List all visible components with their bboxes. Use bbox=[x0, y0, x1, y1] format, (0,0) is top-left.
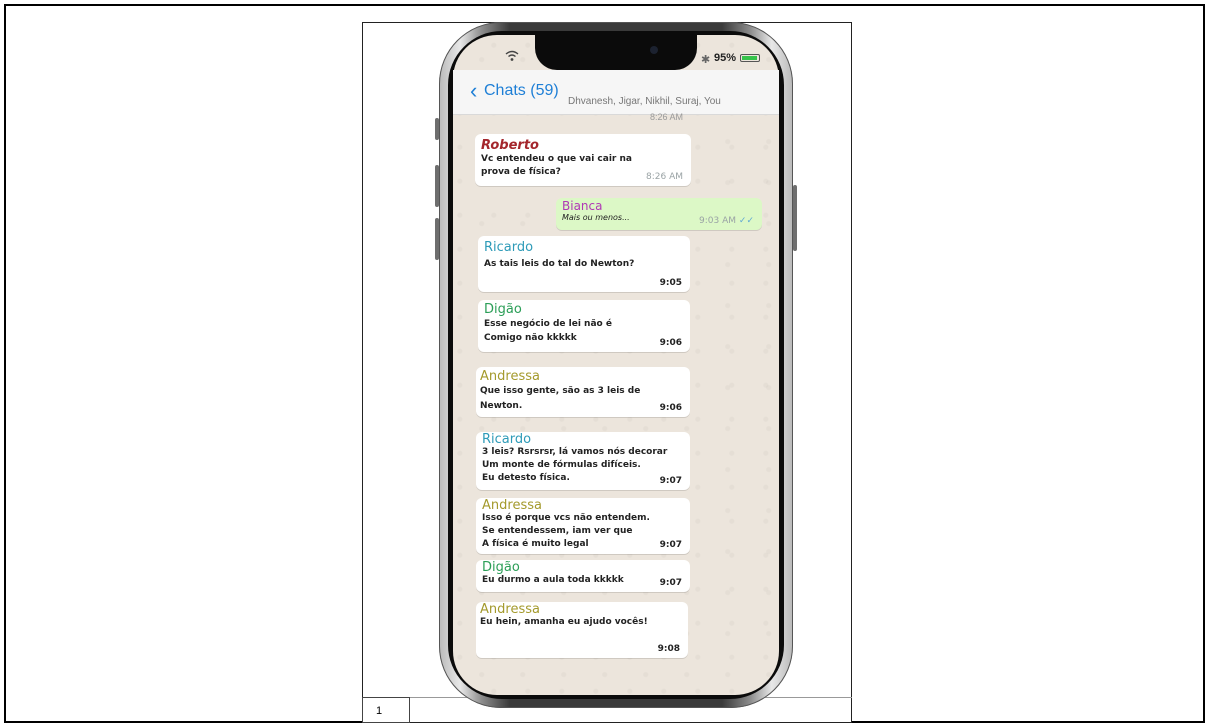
message-sender: Ricardo bbox=[482, 432, 532, 447]
chevron-left-icon[interactable]: ‹ bbox=[470, 80, 477, 102]
power-button bbox=[793, 185, 797, 251]
battery-percent: 95% bbox=[714, 52, 737, 64]
message-sender: Andressa bbox=[480, 602, 540, 617]
message-bubble[interactable]: Ricardo 3 leis? Rsrsrsr, lá vamos nós de… bbox=[476, 432, 690, 490]
message-bubble[interactable]: Bianca Mais ou menos... 9:03 AM ✓✓ bbox=[556, 198, 762, 230]
group-participants[interactable]: Dhvanesh, Jigar, Nikhil, Suraj, You bbox=[568, 96, 721, 107]
message-time: 9:07 bbox=[659, 578, 682, 588]
message-time: 9:08 bbox=[657, 644, 680, 654]
message-time: 9:06 bbox=[659, 403, 682, 413]
message-time: 9:05 bbox=[659, 278, 682, 288]
message-time: 9:07 bbox=[659, 476, 682, 486]
message-text: Esse negócio de lei não é Comigo não kkk… bbox=[484, 319, 612, 343]
previous-message-time: 8:26 AM bbox=[650, 112, 684, 122]
volume-up-button bbox=[435, 165, 439, 207]
message-time: 9:07 bbox=[659, 540, 682, 550]
message-text: 3 leis? Rsrsrsr, lá vamos nós decorar Um… bbox=[482, 447, 668, 483]
bluetooth-icon: ✱ bbox=[701, 54, 711, 66]
mute-switch bbox=[435, 118, 439, 140]
message-sender: Andressa bbox=[480, 369, 540, 384]
message-text: Eu hein, amanha eu ajudo vocês! bbox=[480, 617, 648, 627]
wifi-icon bbox=[505, 50, 519, 61]
camera-icon bbox=[650, 46, 658, 54]
message-time: 9:03 AM ✓✓ bbox=[699, 216, 754, 226]
double-check-icon: ✓✓ bbox=[738, 216, 754, 226]
back-button[interactable]: Chats (59) bbox=[484, 82, 559, 100]
message-sender: Ricardo bbox=[484, 240, 534, 255]
message-sender: Andressa bbox=[482, 498, 542, 513]
message-sender: Bianca bbox=[562, 199, 603, 213]
volume-down-button bbox=[435, 218, 439, 260]
message-sender: Digão bbox=[484, 302, 522, 317]
message-sender: Roberto bbox=[481, 138, 539, 153]
message-sender: Digão bbox=[482, 560, 520, 575]
battery-icon bbox=[740, 54, 760, 62]
message-bubble[interactable]: Andressa Que isso gente, são as 3 leis d… bbox=[476, 367, 690, 417]
message-text: Isso é porque vcs não entendem. Se enten… bbox=[482, 513, 650, 549]
message-time: 8:26 AM bbox=[646, 172, 683, 182]
message-text: As tais leis do tal do Newton? bbox=[484, 259, 635, 269]
message-bubble[interactable]: Roberto Vc entendeu o que vai cair na pr… bbox=[475, 134, 691, 186]
message-bubble[interactable]: Andressa Eu hein, amanha eu ajudo vocês!… bbox=[476, 602, 688, 658]
page-number: 1 bbox=[362, 697, 410, 723]
message-text: Eu durmo a aula toda kkkkk bbox=[482, 575, 624, 585]
message-bubble[interactable]: Ricardo As tais leis do tal do Newton? 9… bbox=[478, 236, 690, 292]
message-bubble[interactable]: Digão Eu durmo a aula toda kkkkk 9:07 bbox=[476, 560, 690, 592]
message-time: 9:06 bbox=[659, 338, 682, 348]
message-bubble[interactable]: Andressa Isso é porque vcs não entendem.… bbox=[476, 498, 690, 554]
message-text: Que isso gente, são as 3 leis de Newton. bbox=[480, 386, 641, 411]
notch bbox=[535, 32, 697, 70]
message-bubble[interactable]: Digão Esse negócio de lei não é Comigo n… bbox=[478, 300, 690, 352]
